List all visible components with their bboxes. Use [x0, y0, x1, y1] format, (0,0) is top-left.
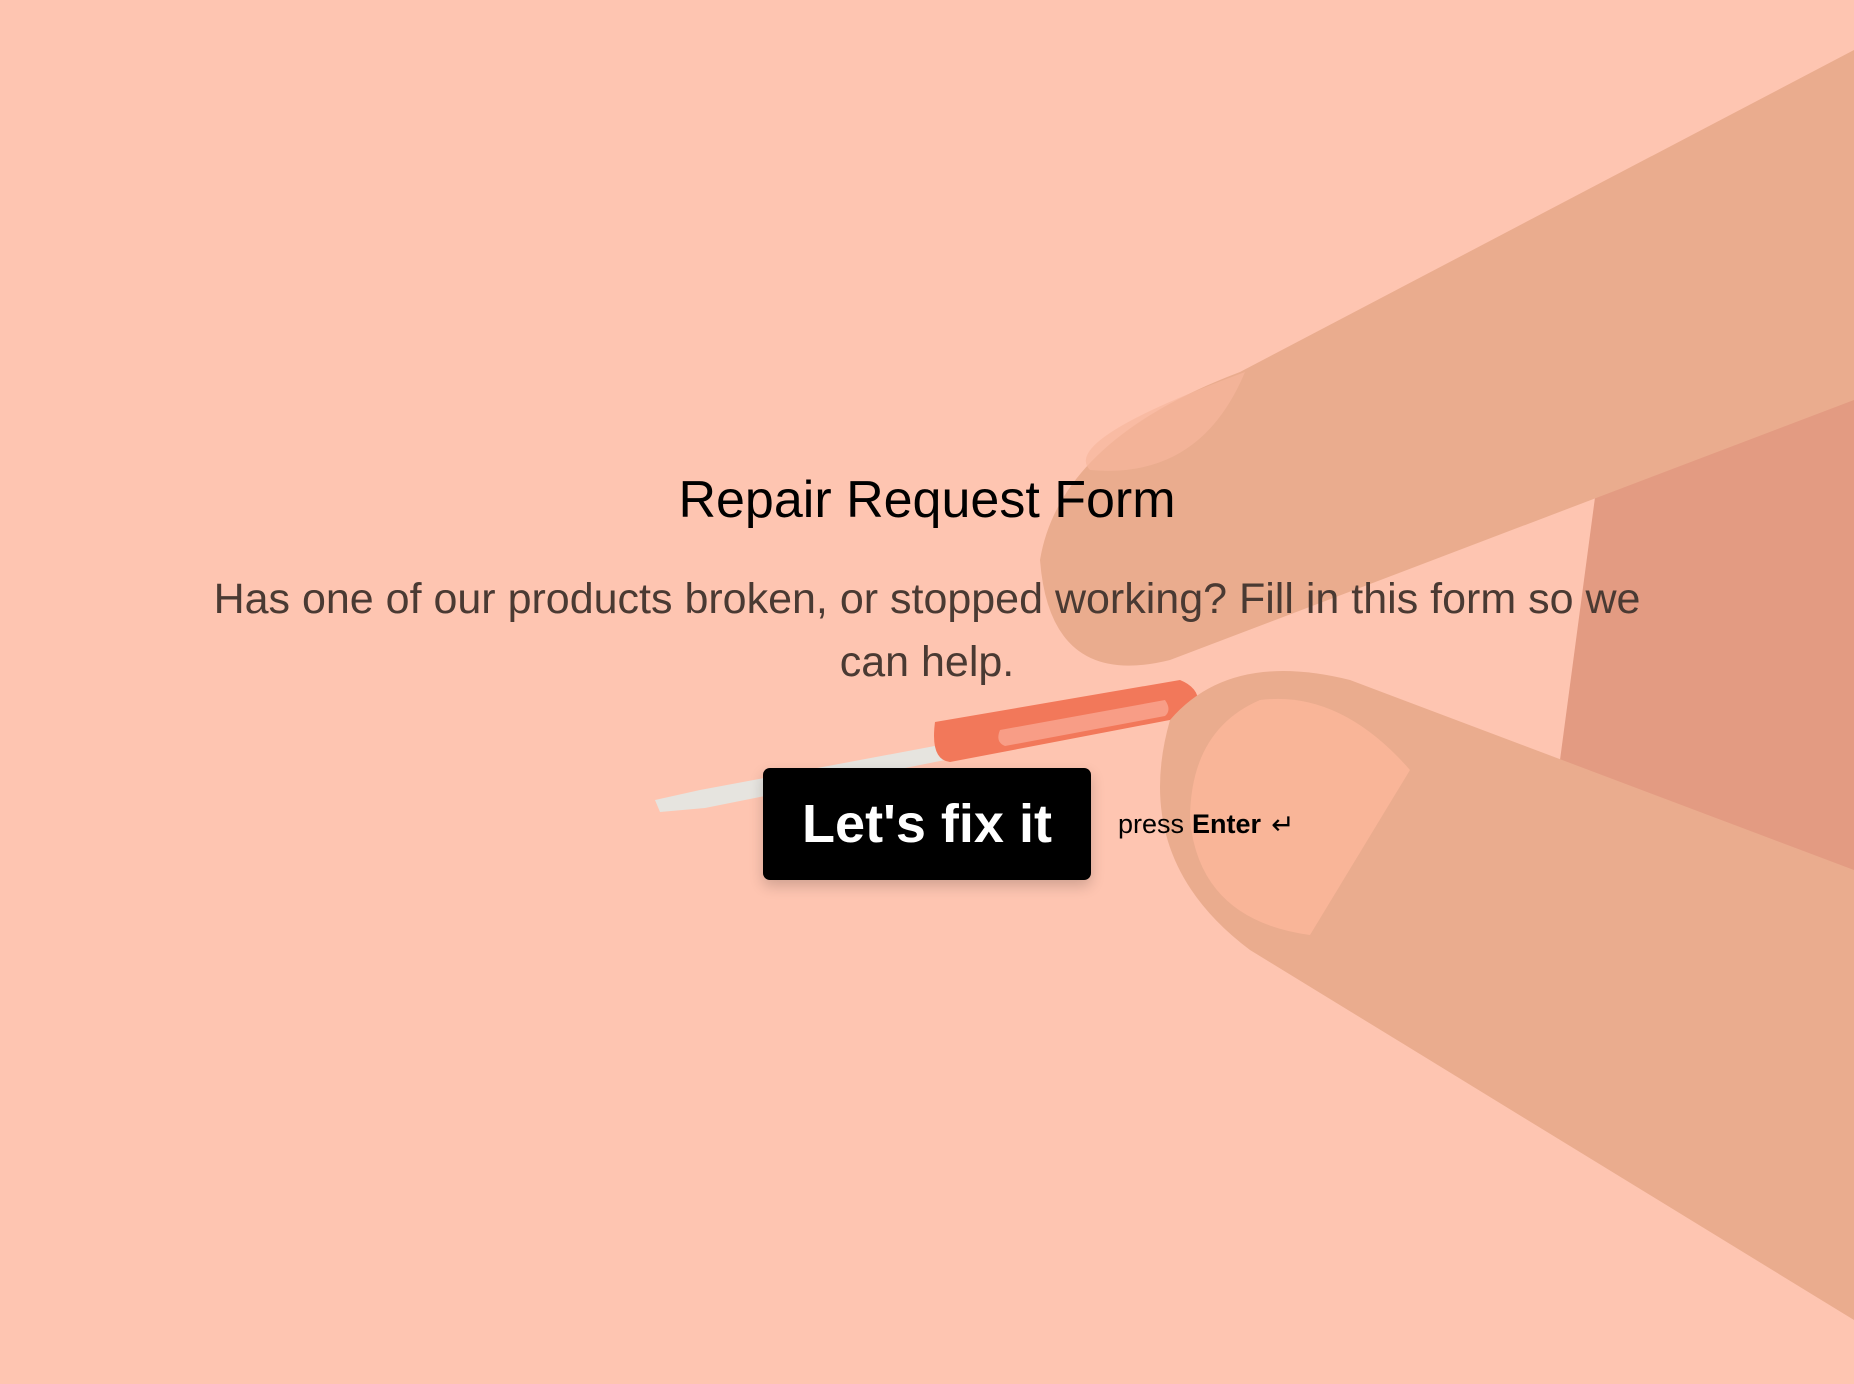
hint-key: Enter: [1192, 808, 1262, 839]
enter-key-icon: ↵: [1271, 808, 1295, 840]
hint-prefix: press: [1118, 808, 1185, 839]
form-title: Repair Request Form: [678, 471, 1176, 529]
start-action-row: Let's fix it press Enter ↵: [763, 768, 1295, 880]
form-description: Has one of our products broken, or stopp…: [213, 575, 1641, 686]
welcome-screen: Repair Request Form Has one of our produ…: [0, 0, 1854, 1384]
start-button[interactable]: Let's fix it: [763, 768, 1091, 880]
keyboard-hint: press Enter ↵: [1118, 808, 1295, 841]
